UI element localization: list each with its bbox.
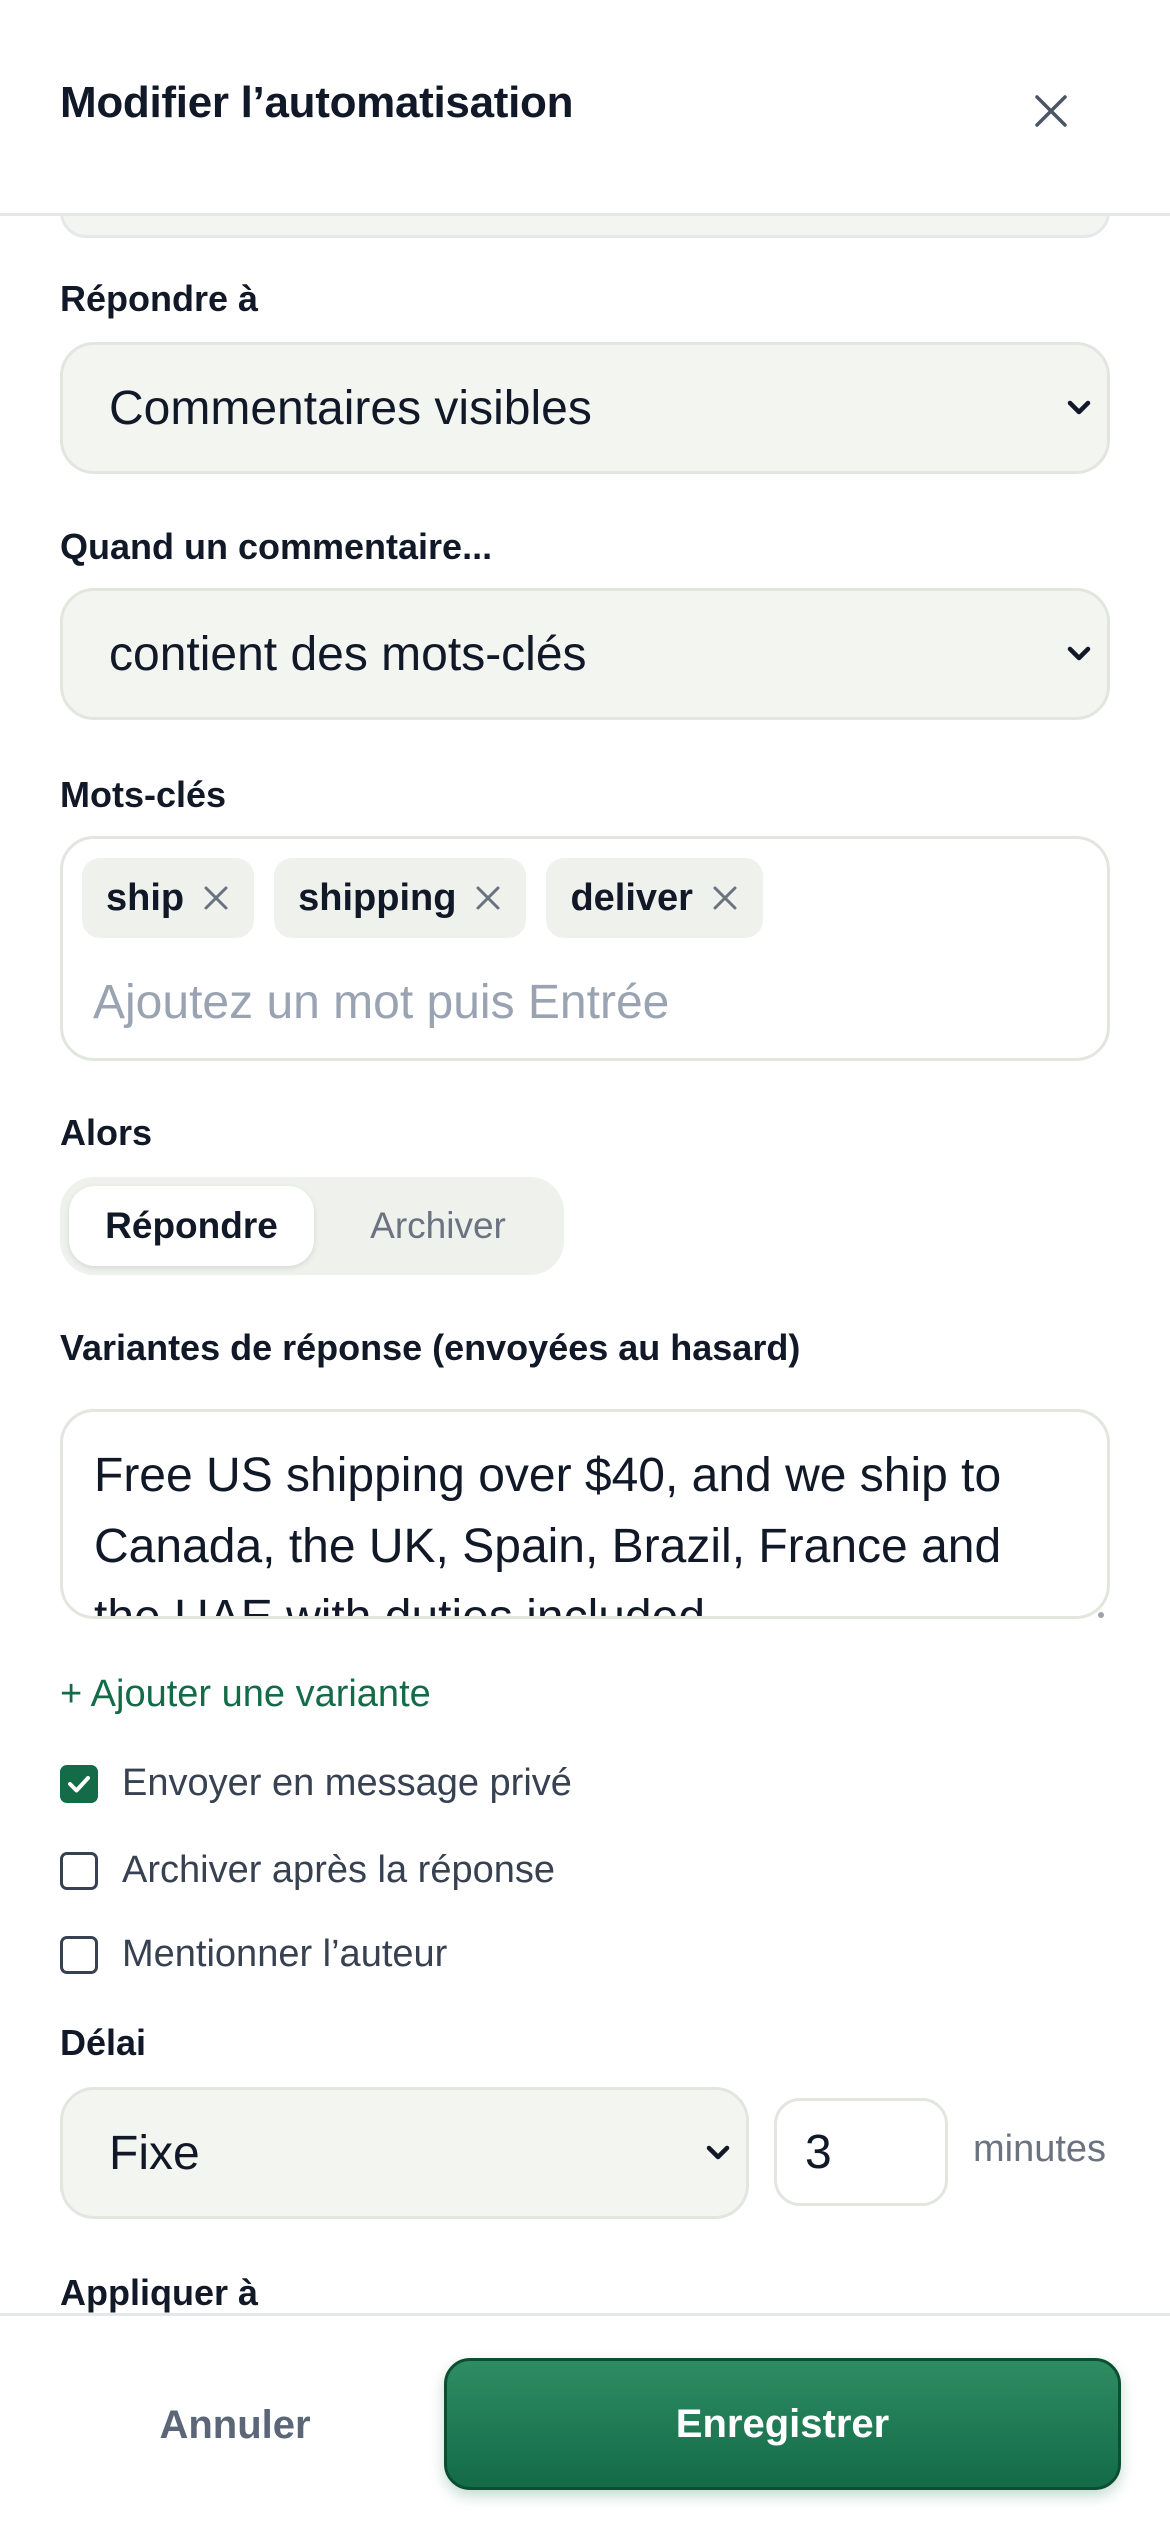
page-title: Modifier l’automatisation (60, 78, 574, 127)
remove-keyword-button[interactable] (202, 884, 230, 912)
keywords-label: Mots-clés (60, 774, 227, 815)
then-action-toggle: Répondre Archiver (60, 1177, 564, 1275)
delay-type-select[interactable]: Fixe (60, 2087, 749, 2219)
archive-after-reply-label: Archiver après la réponse (122, 1849, 555, 1891)
sheet-header: Modifier l’automatisation (0, 0, 1170, 216)
cancel-button[interactable]: Annuler (60, 2360, 410, 2490)
close-button[interactable] (1020, 80, 1082, 142)
close-icon (204, 886, 228, 910)
chevron-down-icon (1067, 400, 1091, 415)
close-icon (476, 886, 500, 910)
reply-to-label: Répondre à (60, 278, 259, 319)
option-mention-author[interactable]: Mentionner l’auteur (60, 1933, 447, 1976)
close-icon (713, 886, 737, 910)
delay-minutes-input[interactable] (774, 2098, 948, 2206)
variants-label: Variantes de réponse (envoyées au hasard… (60, 1327, 801, 1368)
apply-to-label: Appliquer à (60, 2272, 259, 2313)
mention-author-checkbox[interactable] (60, 1935, 98, 1974)
remove-keyword-button[interactable] (711, 884, 739, 912)
chevron-down-icon (706, 2145, 730, 2160)
edit-automation-sheet: Modifier l’automatisation Répondre à Com… (0, 0, 1170, 2532)
close-icon (1035, 95, 1067, 127)
option-archive-after-reply[interactable]: Archiver après la réponse (60, 1849, 555, 1892)
keyword-chip: shipping (274, 858, 527, 938)
sheet-footer: Annuler Enregistrer (0, 2313, 1170, 2532)
delay-label: Délai (60, 2022, 147, 2063)
reply-variant-text: Free US shipping over $40, and we ship t… (94, 1449, 1002, 1619)
when-comment-label: Quand un commentaire... (60, 526, 493, 567)
private-message-checkbox[interactable] (60, 1764, 98, 1803)
reply-variant-textarea[interactable]: Free US shipping over $40, and we ship t… (60, 1409, 1110, 1619)
then-label: Alors (60, 1112, 153, 1153)
remove-keyword-button[interactable] (474, 884, 502, 912)
when-comment-value: contient des mots-clés (109, 627, 587, 681)
checkmark-icon (68, 1775, 90, 1792)
keyword-chip: ship (82, 858, 255, 938)
keyword-chip: deliver (546, 858, 763, 938)
keywords-field[interactable]: ship shipping deliver Ajoutez un mot pui… (60, 836, 1110, 1061)
mention-author-label: Mentionner l’auteur (122, 1933, 448, 1975)
when-comment-select[interactable]: contient des mots-clés (60, 588, 1110, 720)
keyword-chip-label: ship (106, 876, 185, 919)
reply-to-select[interactable]: Commentaires visibles (60, 342, 1110, 474)
then-option-reply[interactable]: Répondre (69, 1186, 314, 1266)
keyword-chips: ship shipping deliver (82, 858, 763, 938)
archive-after-reply-checkbox[interactable] (60, 1851, 98, 1890)
previous-field-edge (60, 216, 1110, 238)
delay-unit-label: minutes (973, 2128, 1107, 2170)
keyword-chip-label: deliver (570, 876, 693, 919)
private-message-label: Envoyer en message privé (122, 1762, 572, 1804)
reply-to-value: Commentaires visibles (109, 381, 592, 435)
textarea-resize-handle[interactable] (1098, 1612, 1104, 1618)
option-private-message[interactable]: Envoyer en message privé (60, 1762, 572, 1805)
form-body[interactable]: Répondre à Commentaires visibles Quand u… (0, 216, 1170, 2313)
chevron-down-icon (1067, 646, 1091, 661)
then-option-archive[interactable]: Archiver (320, 1186, 556, 1266)
delay-type-value: Fixe (109, 2126, 200, 2180)
keyword-chip-label: shipping (298, 876, 457, 919)
save-button[interactable]: Enregistrer (444, 2358, 1121, 2490)
add-variant-link[interactable]: + Ajouter une variante (60, 1673, 431, 1716)
keyword-input[interactable] (93, 967, 1073, 1037)
